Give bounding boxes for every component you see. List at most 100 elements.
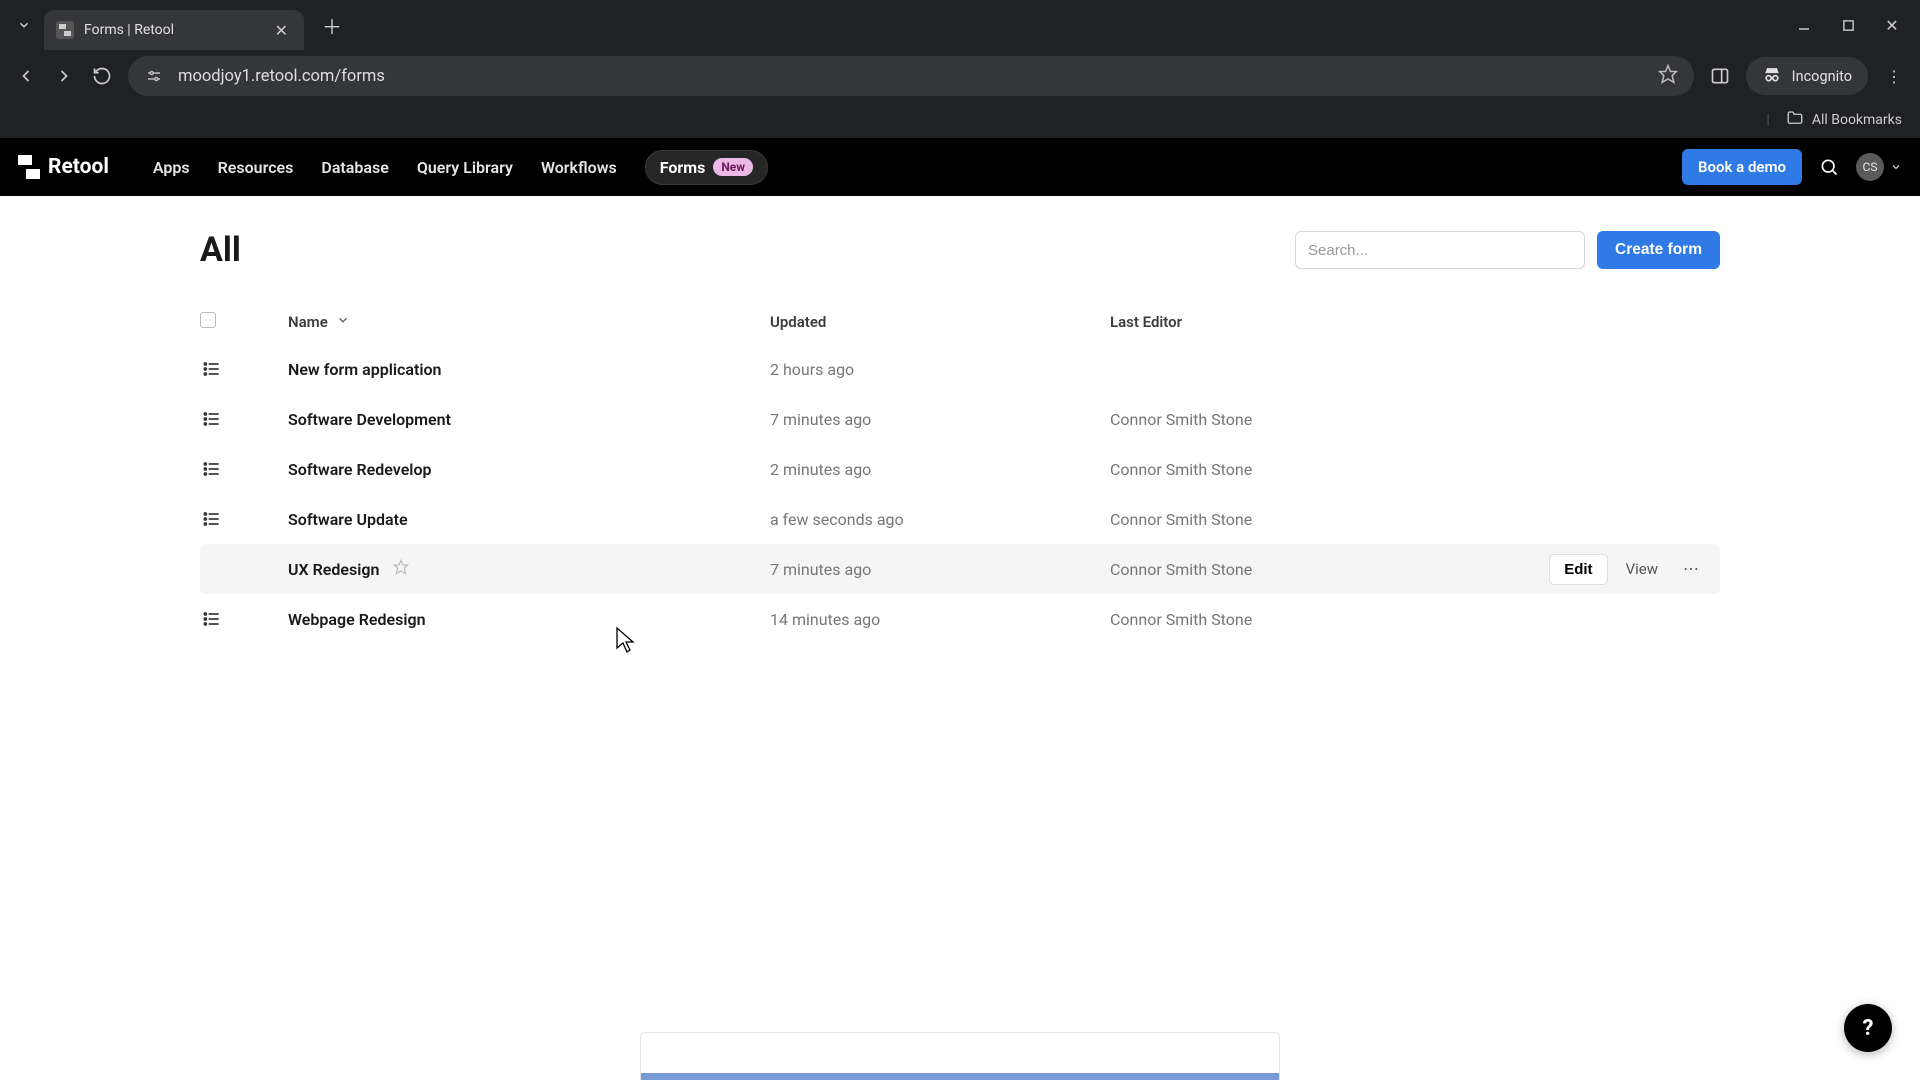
back-icon[interactable] [14,64,38,88]
table-header: Name Updated Last Editor [200,300,1720,344]
row-updated: 7 minutes ago [770,560,1110,579]
book-demo-button[interactable]: Book a demo [1682,149,1802,185]
incognito-indicator[interactable]: Incognito [1746,57,1868,95]
browser-toolbar: moodjoy1.retool.com/forms Incognito ⋮ [0,50,1920,102]
tab-search-dropdown[interactable] [10,11,38,39]
close-tab-icon[interactable]: ✕ [271,21,292,40]
form-name-text: Software Redevelop [288,460,432,479]
all-bookmarks-link[interactable]: All Bookmarks [1812,112,1902,128]
primary-nav: Apps Resources Database Query Library Wo… [153,150,768,185]
incognito-label: Incognito [1792,68,1852,85]
row-name: Software Development [250,410,770,429]
page-body: All Create form Name Updated Last Editor… [0,196,1920,1080]
tab-favicon-icon [56,21,74,39]
address-bar[interactable]: moodjoy1.retool.com/forms [128,56,1694,96]
create-form-button[interactable]: Create form [1597,231,1720,269]
row-name: Webpage Redesign [250,610,770,629]
new-tab-button[interactable]: ＋ [318,11,346,39]
form-name-text: Webpage Redesign [288,610,426,629]
help-icon: ? [1863,1016,1874,1041]
row-name: Software Update [250,510,770,529]
row-last-editor: Connor Smith Stone [1110,460,1450,479]
column-name-label: Name [288,313,328,331]
row-last-editor: Connor Smith Stone [1110,610,1450,629]
form-list-icon [202,409,250,429]
folder-icon [1786,109,1804,131]
browser-tab-active[interactable]: Forms | Retool ✕ [44,10,304,50]
table-row[interactable]: UX Redesign 7 minutes agoConnor Smith Sto… [200,544,1720,594]
side-panel-icon[interactable] [1708,64,1732,88]
app-header: Retool Apps Resources Database Query Lib… [0,138,1920,196]
row-last-editor: Connor Smith Stone [1110,510,1450,529]
minimize-icon[interactable] [1794,15,1814,35]
view-button[interactable]: View [1618,554,1666,585]
row-last-editor: Connor Smith Stone [1110,410,1450,429]
row-updated: 2 minutes ago [770,460,1110,479]
table-row[interactable]: Software Redevelop 2 minutes agoConnor Sm… [200,444,1720,494]
form-list-icon [202,609,250,629]
nav-database[interactable]: Database [321,158,388,177]
row-icon-cell [200,509,250,529]
column-name[interactable]: Name [250,313,770,331]
form-list-icon [202,459,250,479]
column-updated[interactable]: Updated [770,313,1110,331]
bookmarks-bar: | All Bookmarks [0,102,1920,138]
nav-resources[interactable]: Resources [218,158,294,177]
avatar: CS [1856,153,1884,181]
maximize-icon[interactable] [1838,15,1858,35]
tab-title: Forms | Retool [84,22,271,38]
account-menu[interactable]: CS [1856,153,1902,181]
browser-tab-strip: Forms | Retool ✕ ＋ ✕ [0,0,1920,50]
row-name: Software Redevelop [250,460,770,479]
page-title: All [200,230,241,270]
header-right: Book a demo CS [1682,149,1902,185]
edit-button[interactable]: Edit [1549,554,1607,585]
form-name-text: UX Redesign [288,560,379,579]
row-last-editor: Connor Smith Stone [1110,560,1450,579]
select-all-checkbox[interactable] [200,312,250,332]
nav-apps[interactable]: Apps [153,158,190,177]
form-name-text: Software Update [288,510,408,529]
column-last-editor[interactable]: Last Editor [1110,313,1450,331]
row-name: New form application [250,360,770,379]
nav-query-library[interactable]: Query Library [417,158,513,177]
retool-mark-icon [18,155,40,179]
form-list-icon [202,509,250,529]
table-row[interactable]: Webpage Redesign 14 minutes agoConnor Smi… [200,594,1720,644]
row-updated: 14 minutes ago [770,610,1110,629]
retool-logo[interactable]: Retool [18,155,109,179]
table-row[interactable]: Software Development7 minutes agoConnor … [200,394,1720,444]
sort-icon [336,313,350,331]
table-row[interactable]: Software Update a few seconds agoConnor S… [200,494,1720,544]
row-updated: 2 hours ago [770,360,1110,379]
more-icon[interactable]: ⋯ [1676,554,1706,584]
help-button[interactable]: ? [1844,1004,1892,1052]
favorite-star-icon[interactable] [393,559,409,579]
table-row[interactable]: New form application2 hours agoEditView⋯ [200,344,1720,394]
reload-icon[interactable] [90,64,114,88]
browser-menu-icon[interactable]: ⋮ [1882,64,1906,88]
divider: | [1766,112,1769,128]
nav-forms-label: Forms [660,158,706,177]
nav-forms[interactable]: Forms New [645,150,768,185]
page-top-bar: All Create form [200,230,1720,270]
window-controls: ✕ [1794,15,1910,35]
site-settings-icon[interactable] [144,66,164,86]
new-badge: New [713,158,753,176]
nav-workflows[interactable]: Workflows [541,158,617,177]
search-input[interactable] [1295,231,1585,269]
chevron-down-icon [1890,161,1902,173]
row-icon-cell [200,459,250,479]
bookmark-star-icon[interactable] [1658,64,1678,89]
close-window-icon[interactable]: ✕ [1882,15,1902,35]
row-actions: Edit View ⋯ [1450,554,1720,585]
brand-name: Retool [48,155,109,179]
incognito-icon [1762,66,1782,86]
search-icon[interactable] [1818,156,1840,178]
bottom-peek-banner[interactable] [640,1032,1280,1080]
forward-icon[interactable] [52,64,76,88]
form-name-text: Software Development [288,410,451,429]
row-updated: a few seconds ago [770,510,1110,529]
form-list-icon [202,359,250,379]
row-icon-cell [200,609,250,629]
